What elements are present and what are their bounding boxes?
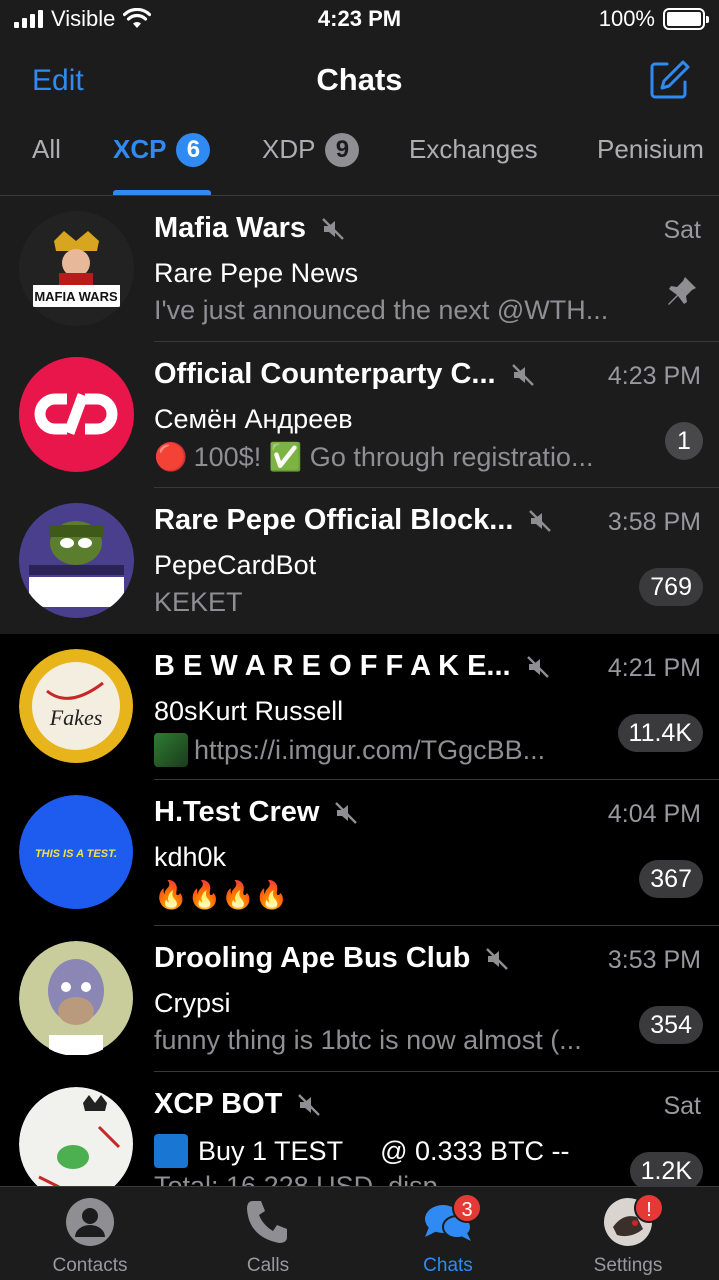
chat-sender: Семён Андреев [154, 404, 353, 434]
chat-time: 4:04 PM [607, 800, 701, 828]
tab-bar-contacts[interactable]: Contacts [0, 1187, 180, 1280]
chats-badge: 3 [452, 1193, 482, 1223]
settings-alert-badge: ! [634, 1193, 664, 1223]
chat-preview: Total: 16.228 USD, disp... [154, 1171, 461, 1186]
chat-avatar: Fakes [19, 649, 134, 764]
chat-preview: 🔥🔥🔥🔥 [154, 880, 289, 910]
chat-name: B E W A R E O F F A K E... [154, 650, 551, 683]
chat-time: 4:21 PM [607, 654, 701, 682]
pin-icon [668, 277, 696, 305]
unread-count-badge: 1 [665, 422, 703, 460]
tab-label: XDP [262, 134, 316, 164]
chat-sender: Buy 1 TEST @ 0.333 BTC -- [154, 1134, 570, 1168]
chat-preview: I've just announced the next @WTH... [154, 295, 609, 325]
battery-percent: 100% [598, 6, 655, 31]
chat-preview: 🔴 100$! ✅ Go through registratio... [154, 442, 594, 472]
tab-unread-badge: 9 [325, 133, 360, 167]
chat-time: Sat [663, 1092, 701, 1120]
image-thumbnail-icon [154, 733, 188, 767]
svg-text:THIS IS A TEST.: THIS IS A TEST. [35, 848, 117, 860]
chat-avatar [19, 941, 134, 1056]
muted-icon [298, 1093, 321, 1116]
chats-header: Edit Chats All XCP 6 XDP 9 Exchanges Pen… [0, 40, 719, 196]
blue-square-icon [154, 1134, 188, 1168]
compose-icon[interactable] [647, 58, 691, 102]
chat-time: 3:58 PM [607, 508, 701, 536]
svg-text:Fakes: Fakes [49, 705, 103, 730]
muted-icon [529, 509, 552, 532]
chat-row-xcp-bot[interactable]: XCP BOT Sat Buy 1 TEST @ 0.333 BTC -- To… [0, 1072, 719, 1186]
active-tab-indicator [113, 190, 211, 195]
bottom-tab-bar: Contacts Calls 3 Chats ! Settings [0, 1186, 719, 1280]
chat-avatar [19, 503, 134, 618]
chat-sender: kdh0k [154, 842, 227, 872]
tab-bar-chats[interactable]: 3 Chats [358, 1187, 538, 1280]
chat-row-drooling-ape[interactable]: Drooling Ape Bus Club 3:53 PM Crypsi fun… [0, 926, 719, 1072]
tab-bar-label: Calls [246, 1255, 290, 1276]
chat-avatar: THIS IS A TEST. [19, 795, 134, 910]
tab-bar-settings[interactable]: ! Settings [538, 1187, 718, 1280]
muted-icon [486, 947, 509, 970]
chat-preview: funny thing is 1btc is now almost (... [154, 1025, 582, 1055]
unread-count-badge: 354 [639, 1006, 703, 1044]
tab-bar-label: Settings [593, 1255, 663, 1276]
muted-icon [322, 217, 344, 240]
chat-time: 4:23 PM [607, 362, 701, 390]
tab-xcp[interactable]: XCP 6 [113, 133, 211, 196]
chat-sender: 80sKurt Russell [154, 696, 344, 726]
chat-name: Drooling Ape Bus Club [154, 942, 510, 975]
chat-row-beware-of-fakes[interactable]: Fakes B E W A R E O F F A K E... 4:21 PM… [0, 634, 719, 780]
tab-exchanges[interactable]: Exchanges [409, 134, 538, 196]
svg-text:MAFIA WARS: MAFIA WARS [34, 289, 118, 304]
status-bar: Visible 4:23 PM 100% [0, 0, 719, 40]
chat-name: Mafia Wars [154, 212, 346, 245]
tab-bar-label: Chats [423, 1255, 473, 1276]
unread-count-badge: 367 [639, 860, 703, 898]
chat-name: XCP BOT [154, 1088, 322, 1121]
tab-unread-badge: 6 [176, 133, 211, 167]
chat-row-official-counterparty[interactable]: Official Counterparty C... 4:23 PM Семён… [0, 342, 719, 488]
chat-sender: Rare Pepe News [154, 258, 359, 288]
chat-name: Rare Pepe Official Block... [154, 504, 553, 537]
chat-avatar [19, 1087, 134, 1186]
unread-count-badge: 1.2K [629, 1152, 703, 1186]
chat-row-h-test-crew[interactable]: THIS IS A TEST. H.Test Crew 4:04 PM kdh0… [0, 780, 719, 926]
person-icon [66, 1198, 114, 1246]
chat-sender: Crypsi [154, 988, 231, 1018]
muted-icon [511, 363, 534, 386]
muted-icon [335, 801, 358, 824]
tab-label: Penisium [597, 134, 704, 164]
red-circle-emoji: 🔴 [154, 442, 188, 472]
page-title: Chats [316, 62, 403, 97]
chat-avatar: MAFIA WARS [19, 211, 134, 326]
tab-label: Exchanges [409, 134, 538, 164]
muted-icon [526, 655, 549, 678]
tab-bar-label: Contacts [52, 1255, 128, 1276]
chat-list: MAFIA WARS Mafia Wars Sat Rare Pepe News… [0, 196, 719, 1186]
tab-label: XCP [113, 134, 167, 164]
chat-preview: https://i.imgur.com/TGgcBB... [154, 733, 545, 767]
battery-info: 100% [598, 6, 709, 32]
tab-bar-calls[interactable]: Calls [178, 1187, 358, 1280]
battery-icon [663, 8, 709, 30]
unread-count-badge: 769 [639, 568, 703, 606]
tab-penisium[interactable]: Penisium [597, 134, 704, 196]
chat-name: Official Counterparty C... [154, 358, 536, 391]
chat-name: H.Test Crew [154, 796, 359, 829]
tab-label: All [32, 134, 61, 164]
tab-xdp[interactable]: XDP 9 [262, 133, 360, 196]
chat-time: 3:53 PM [607, 946, 701, 974]
folder-tabs: All XCP 6 XDP 9 Exchanges Penisium [0, 133, 719, 196]
chat-avatar [19, 357, 134, 472]
tab-all[interactable]: All [32, 134, 61, 196]
chat-preview: KEKET [154, 587, 243, 617]
phone-icon [247, 1201, 287, 1243]
chat-sender: PepeCardBot [154, 550, 317, 580]
chat-row-mafia-wars[interactable]: MAFIA WARS Mafia Wars Sat Rare Pepe News… [0, 196, 719, 342]
unread-count-badge: 11.4K [617, 714, 703, 752]
chat-row-rare-pepe[interactable]: Rare Pepe Official Block... 3:58 PM Pepe… [0, 488, 719, 634]
chat-time: Sat [663, 216, 701, 244]
